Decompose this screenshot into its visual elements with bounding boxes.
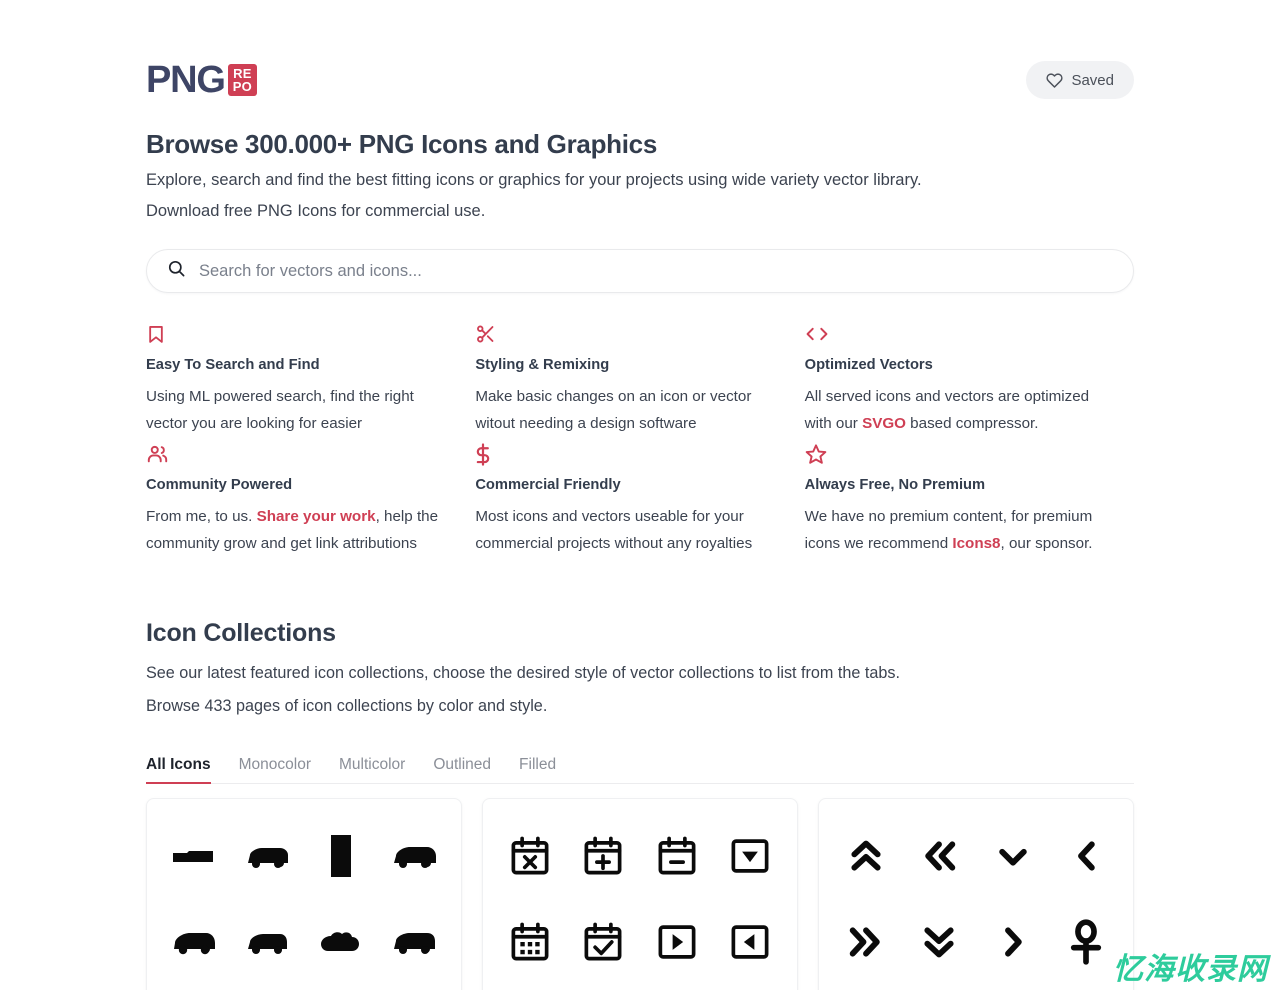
hatchback-icon — [239, 914, 295, 970]
feature-desc-before: From me, to us. — [146, 508, 257, 526]
feature-card: Commercial Friendly Most icons and vecto… — [475, 441, 804, 561]
content-container: PNG RE PO Saved Browse 300.000+ PNG Icon… — [146, 0, 1134, 990]
collection-card[interactable]: Font Awesome Outlined Icons Collection 1… — [482, 798, 798, 990]
search-bar[interactable] — [146, 249, 1134, 293]
feature-desc-after: based compressor. — [905, 414, 1039, 432]
tab-all-icons[interactable]: All Icons — [146, 756, 211, 785]
feature-description: Using ML powered search, find the right … — [146, 384, 441, 437]
card-icon-preview-grid — [147, 799, 461, 989]
caret-square-right-icon — [649, 914, 705, 970]
saved-button-label: Saved — [1071, 71, 1114, 89]
search-icon — [167, 259, 199, 283]
feature-grid: Easy To Search and Find Using ML powered… — [146, 321, 1134, 561]
tab-filled[interactable]: Filled — [519, 756, 556, 783]
icons8-link[interactable]: Icons8 — [952, 535, 1000, 552]
feature-desc-after: , our sponsor. — [1000, 534, 1093, 552]
collection-tabs: All Icons Monocolor Multicolor Outlined … — [146, 748, 1134, 785]
minivan-icon — [166, 914, 222, 970]
star-icon — [805, 441, 1100, 467]
heart-icon — [1046, 72, 1064, 89]
feature-desc-before: Using ML powered search, find the right … — [146, 388, 414, 432]
logo-badge: RE PO — [227, 64, 257, 96]
collection-card[interactable]: Future Architect Vectors Collection 107 — [146, 798, 462, 990]
feature-card: Optimized Vectors All served icons and v… — [805, 321, 1134, 441]
angle-right-icon — [985, 914, 1041, 970]
code-brackets-icon — [805, 321, 1100, 347]
angle-left-icon — [1058, 828, 1114, 884]
tab-outlined[interactable]: Outlined — [433, 756, 491, 783]
feature-description: Make basic changes on an icon or vector … — [475, 384, 770, 437]
calendar-plus-icon — [575, 828, 631, 884]
door-slab-icon — [313, 828, 369, 884]
calendar-grid-icon — [502, 914, 558, 970]
feature-title: Community Powered — [146, 477, 293, 494]
caret-square-down-icon — [722, 828, 778, 884]
scissors-icon — [475, 321, 770, 347]
ankh-icon — [1058, 914, 1114, 970]
collections-desc-line-1: See our latest featured icon collections… — [146, 664, 901, 683]
feature-description: Most icons and vectors useable for your … — [475, 504, 770, 557]
angle-down-icon — [985, 828, 1041, 884]
feature-title: Styling & Remixing — [475, 357, 610, 373]
feature-description: From me, to us. Share your work, help th… — [146, 504, 441, 557]
angle-double-down-icon — [911, 914, 967, 970]
logo-wordmark: PNG — [146, 59, 226, 101]
card-icon-preview-grid — [819, 799, 1133, 989]
tab-monocolor[interactable]: Monocolor — [239, 756, 311, 783]
people-icon — [146, 441, 441, 467]
logo-badge-line2: PO — [232, 79, 252, 94]
feature-title: Always Free, No Premium — [804, 477, 986, 494]
feature-desc-before: Most icons and vectors useable for your … — [475, 508, 753, 552]
van-icon — [239, 828, 295, 884]
calendar-minus-icon — [649, 828, 705, 884]
feature-card: Styling & Remixing Make basic changes on… — [475, 321, 804, 441]
feature-title: Commercial Friendly — [475, 477, 621, 494]
tab-multicolor[interactable]: Multicolor — [339, 756, 405, 783]
feature-card: Easy To Search and Find Using ML powered… — [146, 321, 475, 441]
angle-double-right-icon — [838, 914, 894, 970]
section-title-icon-collections: Icon Collections — [146, 619, 336, 648]
site-header: PNG RE PO Saved — [146, 0, 1134, 102]
site-logo[interactable]: PNG RE PO — [146, 58, 257, 102]
cloud-car-icon — [313, 914, 369, 970]
saved-button[interactable]: Saved — [1026, 61, 1134, 99]
dollar-icon — [475, 441, 770, 467]
page-title: Browse 300.000+ PNG Icons and Graphics — [146, 129, 657, 159]
page-root: PNG RE PO Saved Browse 300.000+ PNG Icon… — [0, 0, 1280, 990]
collection-card-grid: Future Architect Vectors Collection 107 — [146, 798, 1134, 990]
bookmark-icon — [146, 321, 441, 347]
suv-icon — [386, 828, 442, 884]
search-input[interactable] — [199, 261, 1113, 281]
angle-double-left-icon — [911, 828, 967, 884]
collections-desc-line-2: Browse 433 pages of icon collections by … — [146, 697, 548, 716]
caret-square-left-icon — [722, 914, 778, 970]
svgo-link[interactable]: SVGO — [862, 415, 906, 432]
feature-card: Community Powered From me, to us. Share … — [146, 441, 475, 561]
calendar-times-icon — [502, 828, 558, 884]
card-icon-preview-grid — [483, 799, 797, 989]
feature-description: All served icons and vectors are optimiz… — [805, 384, 1100, 437]
hero-subtitle-line-2: Download free PNG Icons for commercial u… — [146, 201, 486, 220]
calendar-check-icon — [575, 914, 631, 970]
feature-description: We have no premium content, for premium … — [805, 504, 1100, 557]
feature-card: Always Free, No Premium We have no premi… — [805, 441, 1134, 561]
watermark: 忆海收录网 — [1113, 952, 1268, 987]
collection-card[interactable]: Font Awesome Solid Icons Collection 1002 — [818, 798, 1134, 990]
truck-flat-icon — [166, 828, 222, 884]
hero-subtitle-line-1: Explore, search and find the best fittin… — [146, 171, 922, 189]
angle-double-up-icon — [838, 828, 894, 884]
feature-desc-before: Make basic changes on an icon or vector … — [475, 388, 752, 432]
share-your-work-link[interactable]: Share your work — [257, 508, 376, 525]
feature-title: Easy To Search and Find — [146, 357, 320, 373]
feature-title: Optimized Vectors — [804, 357, 933, 373]
wagon-icon — [386, 914, 442, 970]
